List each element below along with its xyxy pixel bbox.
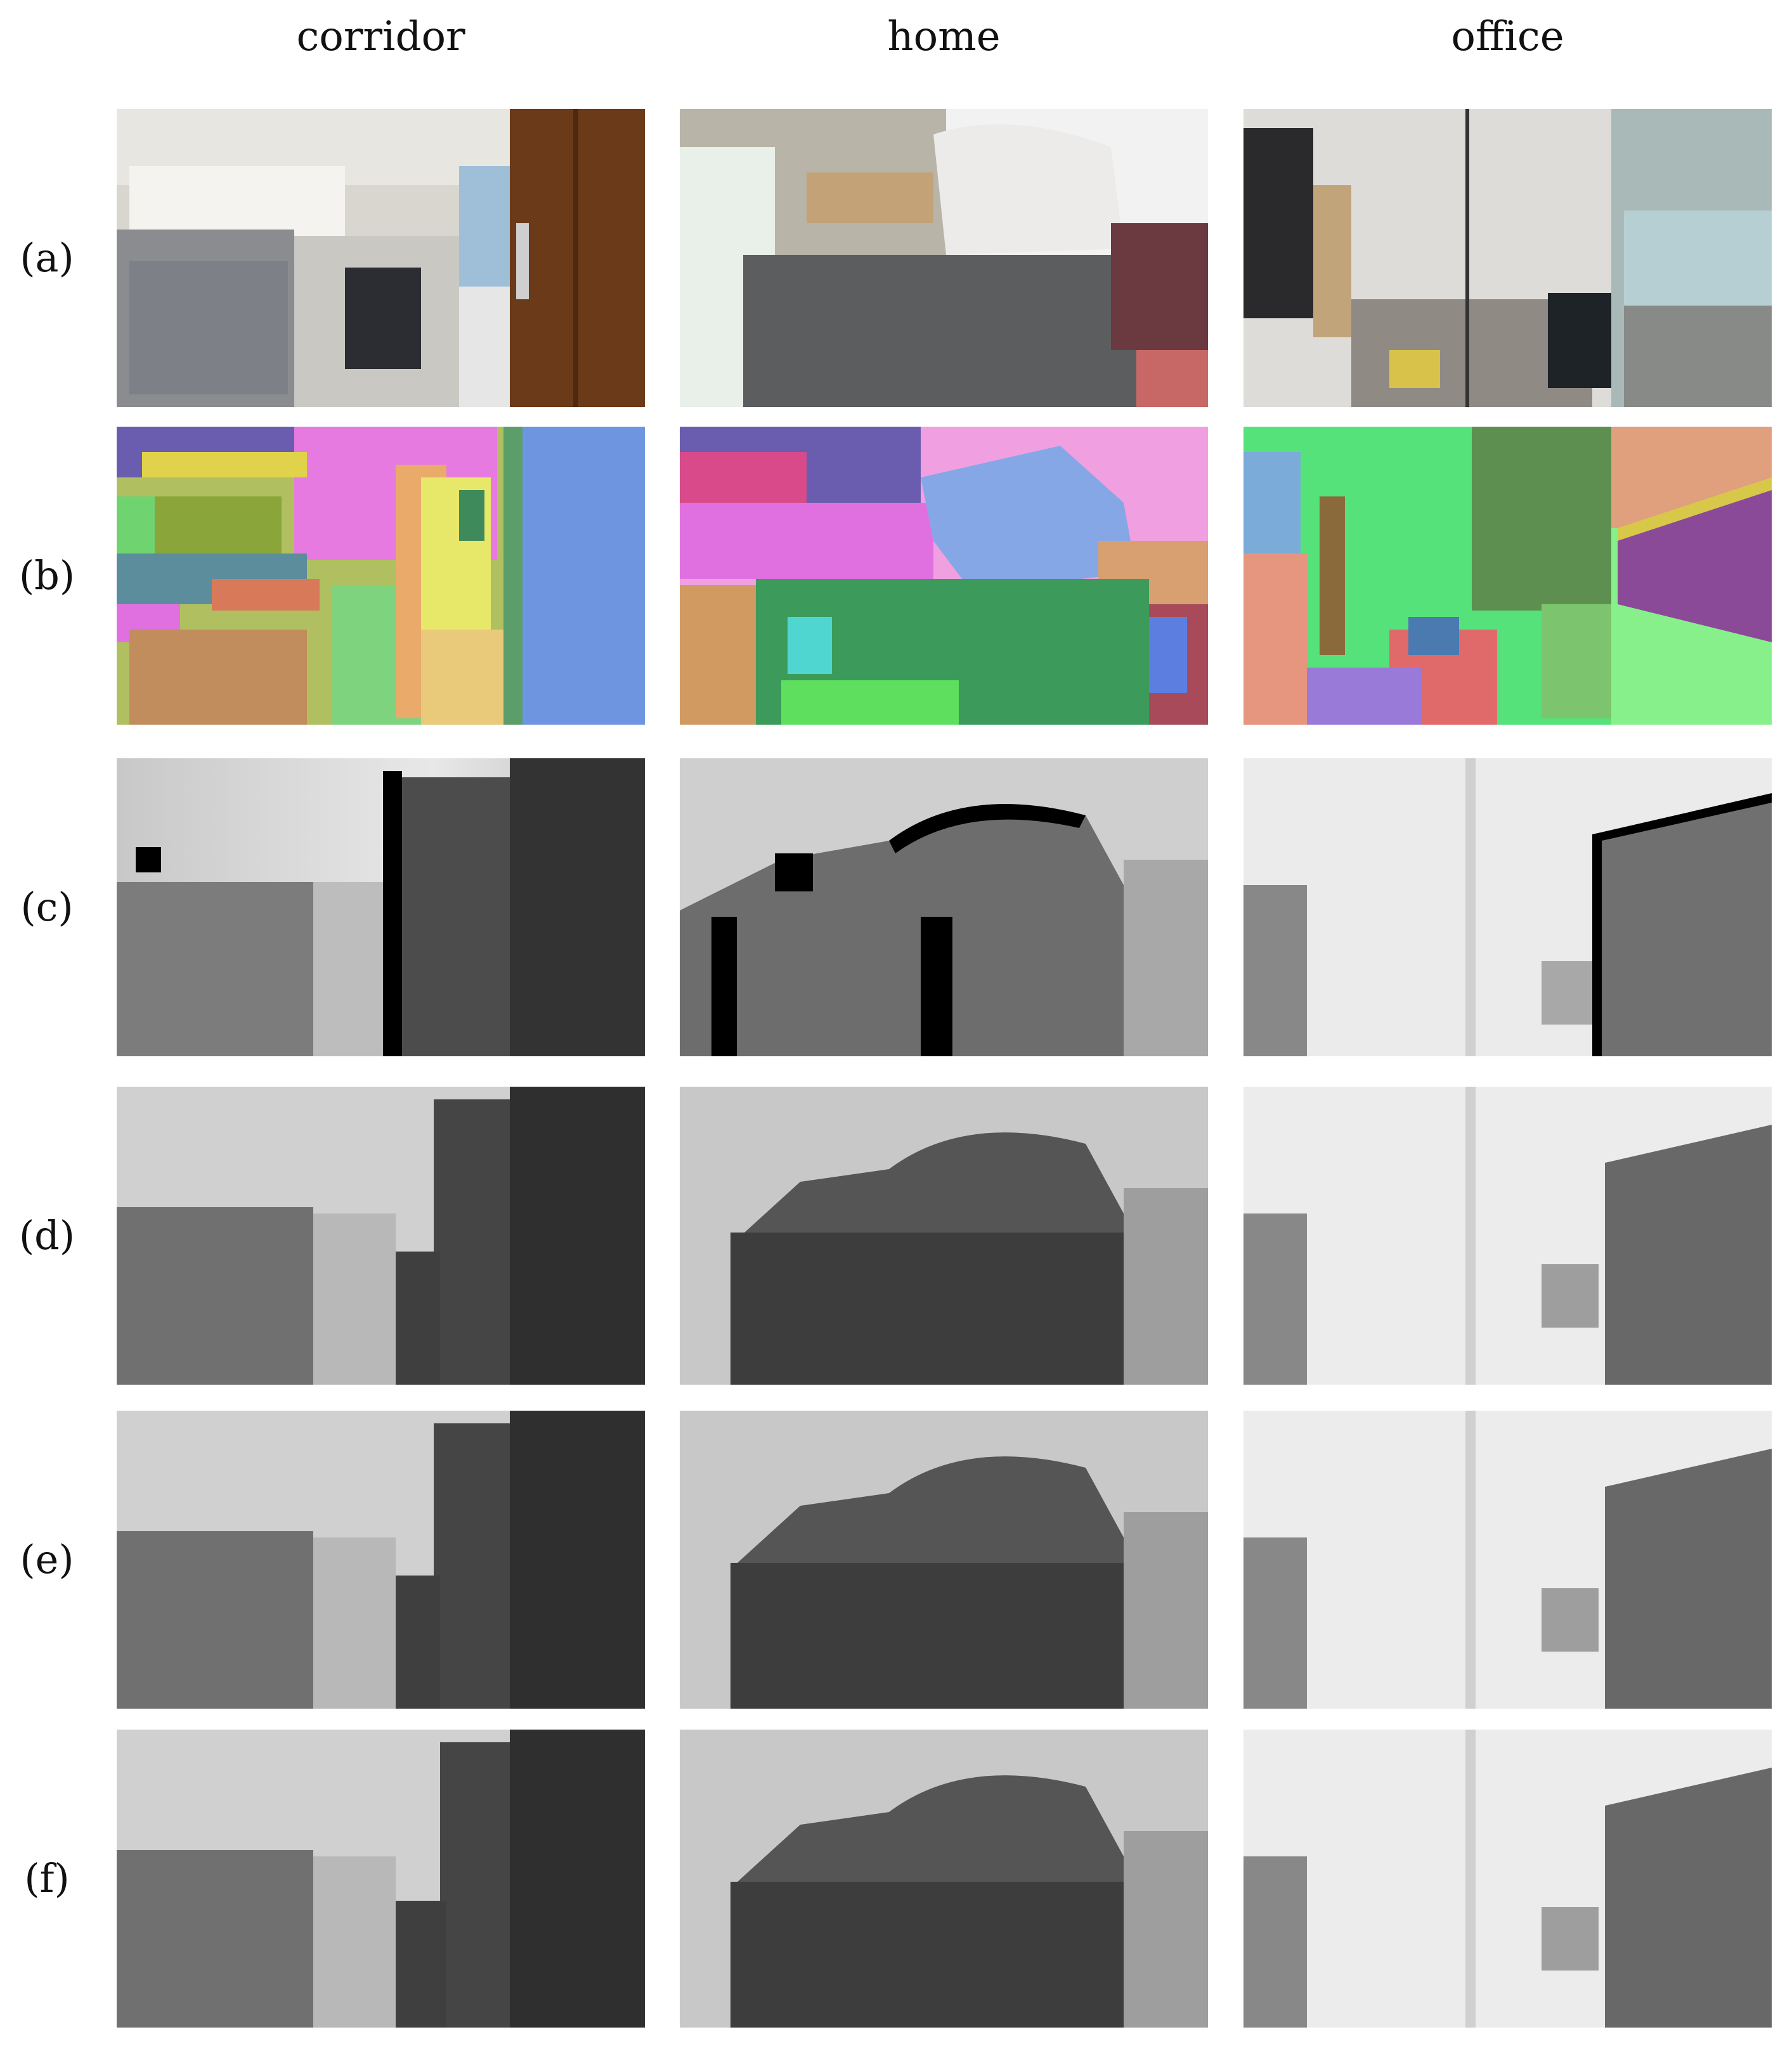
row-label-d: (d) xyxy=(18,1212,75,1259)
image-rgb-home xyxy=(680,109,1208,407)
image-segmentation-office xyxy=(1243,427,1772,725)
image-raw-depth-home xyxy=(680,758,1208,1056)
image-rgb-office xyxy=(1243,109,1772,407)
image-segmentation-home xyxy=(680,427,1208,725)
image-depth-d-office xyxy=(1243,1087,1772,1385)
image-depth-f-corridor xyxy=(117,1730,645,2028)
image-segmentation-corridor xyxy=(117,427,645,725)
image-depth-d-corridor xyxy=(117,1087,645,1385)
image-depth-f-home xyxy=(680,1730,1208,2028)
image-raw-depth-office xyxy=(1243,758,1772,1056)
image-depth-f-office xyxy=(1243,1730,1772,2028)
row-label-c: (c) xyxy=(20,884,74,930)
image-depth-d-home xyxy=(680,1087,1208,1385)
row-label-e: (e) xyxy=(20,1536,74,1582)
column-header-home: home xyxy=(887,13,1001,60)
row-label-a: (a) xyxy=(20,235,74,281)
row-label-b: (b) xyxy=(18,552,75,599)
image-raw-depth-corridor xyxy=(117,758,645,1056)
image-depth-e-home xyxy=(680,1411,1208,1709)
column-header-office: office xyxy=(1451,13,1564,60)
image-depth-e-corridor xyxy=(117,1411,645,1709)
image-depth-e-office xyxy=(1243,1411,1772,1709)
image-rgb-corridor xyxy=(117,109,645,407)
column-header-corridor: corridor xyxy=(296,13,465,60)
row-label-f: (f) xyxy=(24,1855,70,1901)
